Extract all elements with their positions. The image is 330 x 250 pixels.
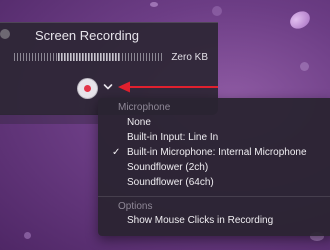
file-size-label: Zero KB	[171, 52, 208, 63]
options-dropdown-menu: Microphone None Built-in Input: Line In …	[98, 98, 330, 236]
menu-item-label: Soundflower (64ch)	[127, 177, 214, 188]
menu-item-label: Soundflower (2ch)	[127, 162, 209, 173]
wallpaper-bubble	[150, 2, 158, 7]
wallpaper-bubble	[286, 7, 314, 33]
menu-item-mic-internal[interactable]: ✓ Built-in Microphone: Internal Micropho…	[98, 145, 330, 161]
menu-item-show-mouse-clicks[interactable]: Show Mouse Clicks in Recording	[98, 213, 330, 229]
menu-item-label: Built-in Microphone: Internal Microphone	[127, 147, 307, 158]
arrow-left-icon	[118, 81, 218, 93]
menu-item-soundflower-64ch[interactable]: Soundflower (64ch)	[98, 175, 330, 191]
menu-item-soundflower-2ch[interactable]: Soundflower (2ch)	[98, 160, 330, 176]
wallpaper-bubble	[300, 62, 309, 71]
checkmark-icon: ✓	[112, 147, 121, 158]
desktop-background: Screen Recording Zero KB Microphone None…	[0, 0, 330, 250]
window-edge	[0, 114, 98, 124]
microphone-section-header: Microphone	[118, 102, 171, 113]
audio-level-meter	[14, 53, 164, 61]
menu-item-label: Show Mouse Clicks in Recording	[127, 215, 274, 226]
options-section-header: Options	[118, 201, 153, 212]
record-icon	[84, 85, 91, 92]
wallpaper-bubble	[24, 232, 31, 239]
window-title: Screen Recording	[34, 28, 140, 43]
chevron-down-icon[interactable]	[103, 82, 113, 92]
menu-item-mic-line-in[interactable]: Built-in Input: Line In	[98, 130, 330, 146]
menu-item-label: Built-in Input: Line In	[127, 132, 219, 143]
menu-separator	[98, 196, 330, 197]
wallpaper-bubble	[212, 6, 222, 16]
record-button[interactable]	[78, 79, 97, 98]
audio-level-fill	[58, 53, 120, 61]
menu-item-mic-none[interactable]: None	[98, 115, 330, 131]
menu-item-label: None	[127, 117, 151, 128]
